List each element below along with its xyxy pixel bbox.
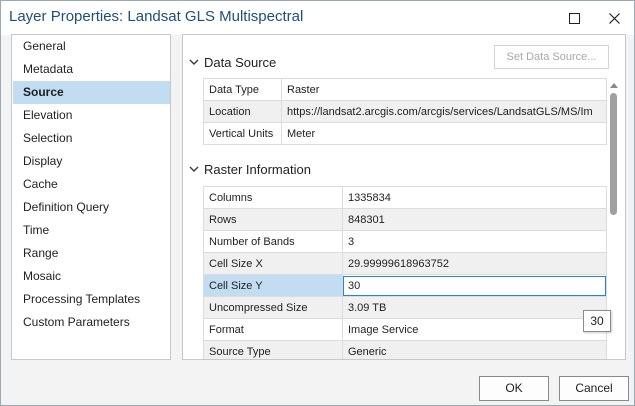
property-value: https://landsat2.arcgis.com/arcgis/servi… bbox=[281, 100, 607, 123]
property-value: 3 bbox=[342, 230, 607, 253]
table-row[interactable]: Format Image Service bbox=[203, 318, 607, 341]
table-row[interactable]: Cell Size X 29.99999618963752 bbox=[203, 252, 607, 275]
data-source-header-label: Data Source bbox=[204, 54, 277, 70]
table-row[interactable]: Vertical Units Meter bbox=[203, 122, 607, 145]
source-page: Set Data Source... Data Source Data Type… bbox=[182, 34, 626, 360]
chevron-down-icon bbox=[189, 163, 201, 175]
property-name: Data Type bbox=[203, 78, 282, 101]
property-value: Raster bbox=[281, 78, 607, 101]
chevron-down-icon bbox=[189, 56, 201, 68]
nav-item-selection[interactable]: Selection bbox=[13, 127, 170, 150]
table-row[interactable]: Source Type Generic bbox=[203, 340, 607, 359]
table-row[interactable]: Rows 848301 bbox=[203, 208, 607, 231]
property-name: Format bbox=[203, 318, 343, 341]
property-value: Generic bbox=[342, 340, 607, 359]
property-value: Meter bbox=[281, 122, 607, 145]
nav-item-range[interactable]: Range bbox=[13, 242, 170, 265]
property-pages-list: General Metadata Source Elevation Select… bbox=[11, 34, 171, 360]
property-value: 3.09 TB bbox=[342, 296, 607, 319]
property-name: Number of Bands bbox=[203, 230, 343, 253]
vertical-scrollbar[interactable] bbox=[608, 81, 619, 245]
property-name: Cell Size X bbox=[203, 252, 343, 275]
scrollbar-thumb[interactable] bbox=[610, 93, 617, 215]
nav-item-custom-parameters[interactable]: Custom Parameters bbox=[13, 311, 170, 334]
nav-item-mosaic[interactable]: Mosaic bbox=[13, 265, 170, 288]
data-source-table: Data Type Raster Location https://landsa… bbox=[203, 78, 607, 145]
nav-item-metadata[interactable]: Metadata bbox=[13, 58, 170, 81]
cancel-button[interactable]: Cancel bbox=[559, 376, 629, 401]
table-row[interactable]: Uncompressed Size 3.09 TB bbox=[203, 296, 607, 319]
scroll-up-icon[interactable] bbox=[610, 83, 618, 88]
raster-information-header-label: Raster Information bbox=[204, 161, 311, 177]
maximize-icon bbox=[568, 12, 580, 24]
property-value: 848301 bbox=[342, 208, 607, 231]
property-name: Location bbox=[203, 100, 282, 123]
dialog-title: Layer Properties: Landsat GLS Multispect… bbox=[9, 8, 304, 25]
ok-button[interactable]: OK bbox=[479, 376, 549, 401]
property-value: 1335834 bbox=[342, 186, 607, 209]
table-row[interactable]: Location https://landsat2.arcgis.com/arc… bbox=[203, 100, 607, 123]
layer-properties-dialog: Layer Properties: Landsat GLS Multispect… bbox=[0, 0, 635, 406]
table-row[interactable]: Data Type Raster bbox=[203, 78, 607, 101]
nav-item-display[interactable]: Display bbox=[13, 150, 170, 173]
nav-item-processing-templates[interactable]: Processing Templates bbox=[13, 288, 170, 311]
property-name: Vertical Units bbox=[203, 122, 282, 145]
table-row[interactable]: Columns 1335834 bbox=[203, 186, 607, 209]
property-name: Rows bbox=[203, 208, 343, 231]
table-row-selected[interactable]: Cell Size Y 30 bbox=[203, 274, 607, 297]
cell-size-y-input[interactable]: 30 bbox=[343, 275, 606, 296]
nav-item-source[interactable]: Source bbox=[13, 81, 170, 104]
property-name: Columns bbox=[203, 186, 343, 209]
set-data-source-button[interactable]: Set Data Source... bbox=[494, 45, 609, 69]
close-button[interactable] bbox=[591, 1, 635, 35]
raster-information-section-header[interactable]: Raster Information bbox=[189, 160, 311, 178]
value-tooltip: 30 bbox=[583, 310, 611, 332]
nav-item-general[interactable]: General bbox=[13, 35, 170, 58]
close-icon bbox=[608, 12, 620, 24]
nav-item-time[interactable]: Time bbox=[13, 219, 170, 242]
property-value: Image Service bbox=[342, 318, 607, 341]
property-value: 29.99999618963752 bbox=[342, 252, 607, 275]
property-name: Uncompressed Size bbox=[203, 296, 343, 319]
raster-information-table: Columns 1335834 Rows 848301 Number of Ba… bbox=[203, 186, 607, 359]
cell-size-y-cell: 30 bbox=[342, 274, 607, 297]
nav-item-elevation[interactable]: Elevation bbox=[13, 104, 170, 127]
data-source-section-header[interactable]: Data Source bbox=[189, 53, 276, 71]
table-row[interactable]: Number of Bands 3 bbox=[203, 230, 607, 253]
property-name: Source Type bbox=[203, 340, 343, 359]
nav-item-definition-query[interactable]: Definition Query bbox=[13, 196, 170, 219]
property-name: Cell Size Y bbox=[203, 274, 343, 297]
title-bar: Layer Properties: Landsat GLS Multispect… bbox=[1, 1, 634, 35]
nav-item-cache[interactable]: Cache bbox=[13, 173, 170, 196]
